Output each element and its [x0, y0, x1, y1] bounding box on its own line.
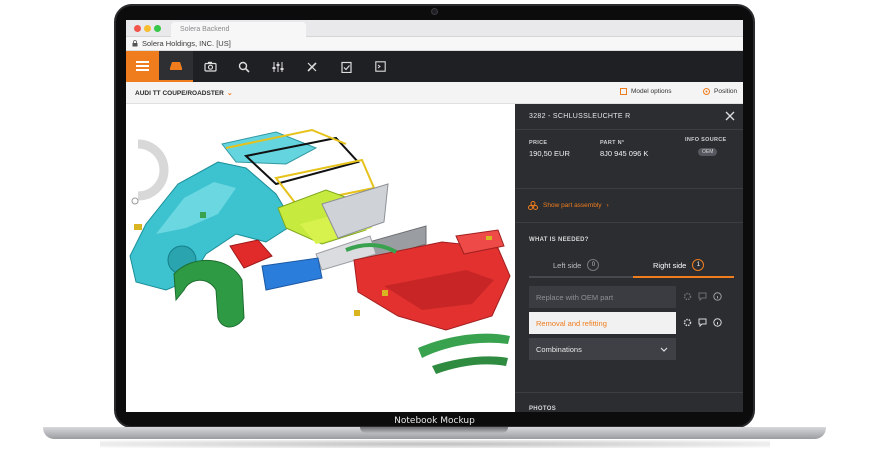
combinations-dropdown[interactable]: Combinations [529, 338, 676, 360]
right-side-label: Right side [653, 260, 687, 270]
address-text: Solera Holdings, INC. [US] [142, 39, 231, 48]
combinations-label: Combinations [536, 345, 582, 354]
vehicle-selector[interactable]: AUDI TT COUPE/ROADSTER ⌄ [135, 89, 233, 97]
search-icon [238, 61, 250, 73]
gear-icon[interactable] [683, 292, 692, 301]
code-tab[interactable] [363, 51, 397, 82]
rotate-compass-icon [137, 139, 169, 201]
divider [515, 188, 743, 189]
part-number-label: PART N° [600, 140, 625, 146]
webcam-icon [431, 8, 438, 15]
replace-oem-part-label: Replace with OEM part [536, 293, 614, 302]
tab-right-side[interactable]: Right side 1 [653, 254, 705, 276]
vehicle-header: AUDI TT COUPE/ROADSTER ⌄ Model options Po… [126, 82, 743, 104]
panel-header: 3282 - SCHLUSSLEUCHTE R [515, 104, 743, 130]
app-toolbar [126, 51, 743, 82]
menu-button[interactable] [126, 51, 159, 82]
info-source-label: INFO SOURCE [685, 137, 727, 143]
divider [515, 392, 743, 393]
maximize-window-button[interactable] [154, 25, 161, 32]
left-side-label: Left side [553, 260, 582, 270]
minimize-window-button[interactable] [144, 25, 151, 32]
info-icon[interactable] [713, 318, 722, 327]
model-options-button[interactable]: Model options [620, 88, 671, 95]
divider [515, 222, 743, 223]
camera-tab[interactable] [193, 51, 227, 82]
laptop-shadow [100, 440, 770, 448]
zoom-icon [131, 197, 139, 205]
code-icon [374, 61, 386, 72]
close-icon[interactable] [724, 110, 736, 122]
car-view-tab[interactable] [159, 51, 193, 82]
left-side-count: 0 [587, 259, 600, 271]
assembly-link-label: Show part assembly [543, 202, 602, 209]
replace-oem-part-option[interactable]: Replace with OEM part [529, 286, 676, 308]
info-icon[interactable] [713, 292, 722, 301]
browser-titlebar: Solera Backend [126, 20, 743, 37]
removal-refitting-label: Removal and refitting [536, 319, 607, 328]
exploded-car-viewer[interactable] [126, 104, 515, 412]
car-icon [170, 61, 182, 70]
adjust-tab[interactable] [261, 51, 295, 82]
show-part-assembly-link[interactable]: Show part assembly › [528, 201, 609, 210]
position-icon [703, 88, 710, 95]
comment-icon[interactable] [698, 292, 707, 301]
comment-icon[interactable] [698, 318, 707, 327]
chevron-down-icon: ⌄ [226, 90, 233, 97]
close-window-button[interactable] [134, 25, 141, 32]
hamburger-icon [136, 61, 149, 63]
camera-icon [203, 61, 217, 72]
hamburger-icon-line [136, 69, 149, 71]
removal-option-actions [683, 318, 722, 327]
position-button[interactable]: Position [703, 88, 737, 95]
gear-icon[interactable] [683, 318, 692, 327]
repair-tab[interactable] [295, 51, 329, 82]
tab-underline [529, 276, 633, 278]
what-is-needed-title: WHAT IS NEEDED? [529, 237, 589, 243]
vehicle-name: AUDI TT COUPE/ROADSTER [135, 90, 224, 97]
checklist-tab[interactable] [329, 51, 363, 82]
lock-icon [132, 40, 138, 47]
position-label: Position [714, 88, 738, 95]
chevron-down-icon [660, 347, 668, 352]
replace-option-actions [683, 292, 722, 301]
hamburger-icon-line [136, 65, 149, 67]
search-tab[interactable] [227, 51, 261, 82]
model-options-icon [620, 88, 627, 95]
part-details-panel: 3282 - SCHLUSSLEUCHTE R PRICE 190,50 EUR… [515, 104, 743, 412]
sliders-icon [272, 61, 284, 72]
address-bar[interactable]: Solera Holdings, INC. [US] [126, 37, 743, 51]
info-source-badge: OEM [698, 148, 718, 156]
mockup-label: Notebook Mockup [394, 416, 475, 426]
photos-title: PHOTOS [529, 406, 557, 412]
active-tab-underline [633, 276, 734, 278]
removal-refitting-option[interactable]: Removal and refitting [529, 312, 676, 334]
right-side-count: 1 [692, 259, 705, 271]
checklist-icon [340, 61, 352, 73]
part-title: 3282 - SCHLUSSLEUCHTE R [529, 113, 631, 120]
price-value: 190,50 EUR [529, 149, 570, 158]
part-number-value: 8J0 945 096 K [600, 149, 649, 158]
exploded-car-parts-illustration [129, 128, 511, 374]
laptop-hinge [360, 427, 508, 433]
laptop-screen: Solera Backend Solera Holdings, INC. [US… [126, 20, 743, 412]
price-label: PRICE [529, 140, 548, 146]
tools-icon [307, 61, 317, 72]
model-options-label: Model options [631, 88, 672, 95]
tab-left-side[interactable]: Left side 0 [553, 254, 600, 276]
assembly-icon [528, 201, 538, 210]
browser-tab[interactable]: Solera Backend [171, 22, 306, 37]
chevron-right-icon: › [606, 202, 609, 209]
